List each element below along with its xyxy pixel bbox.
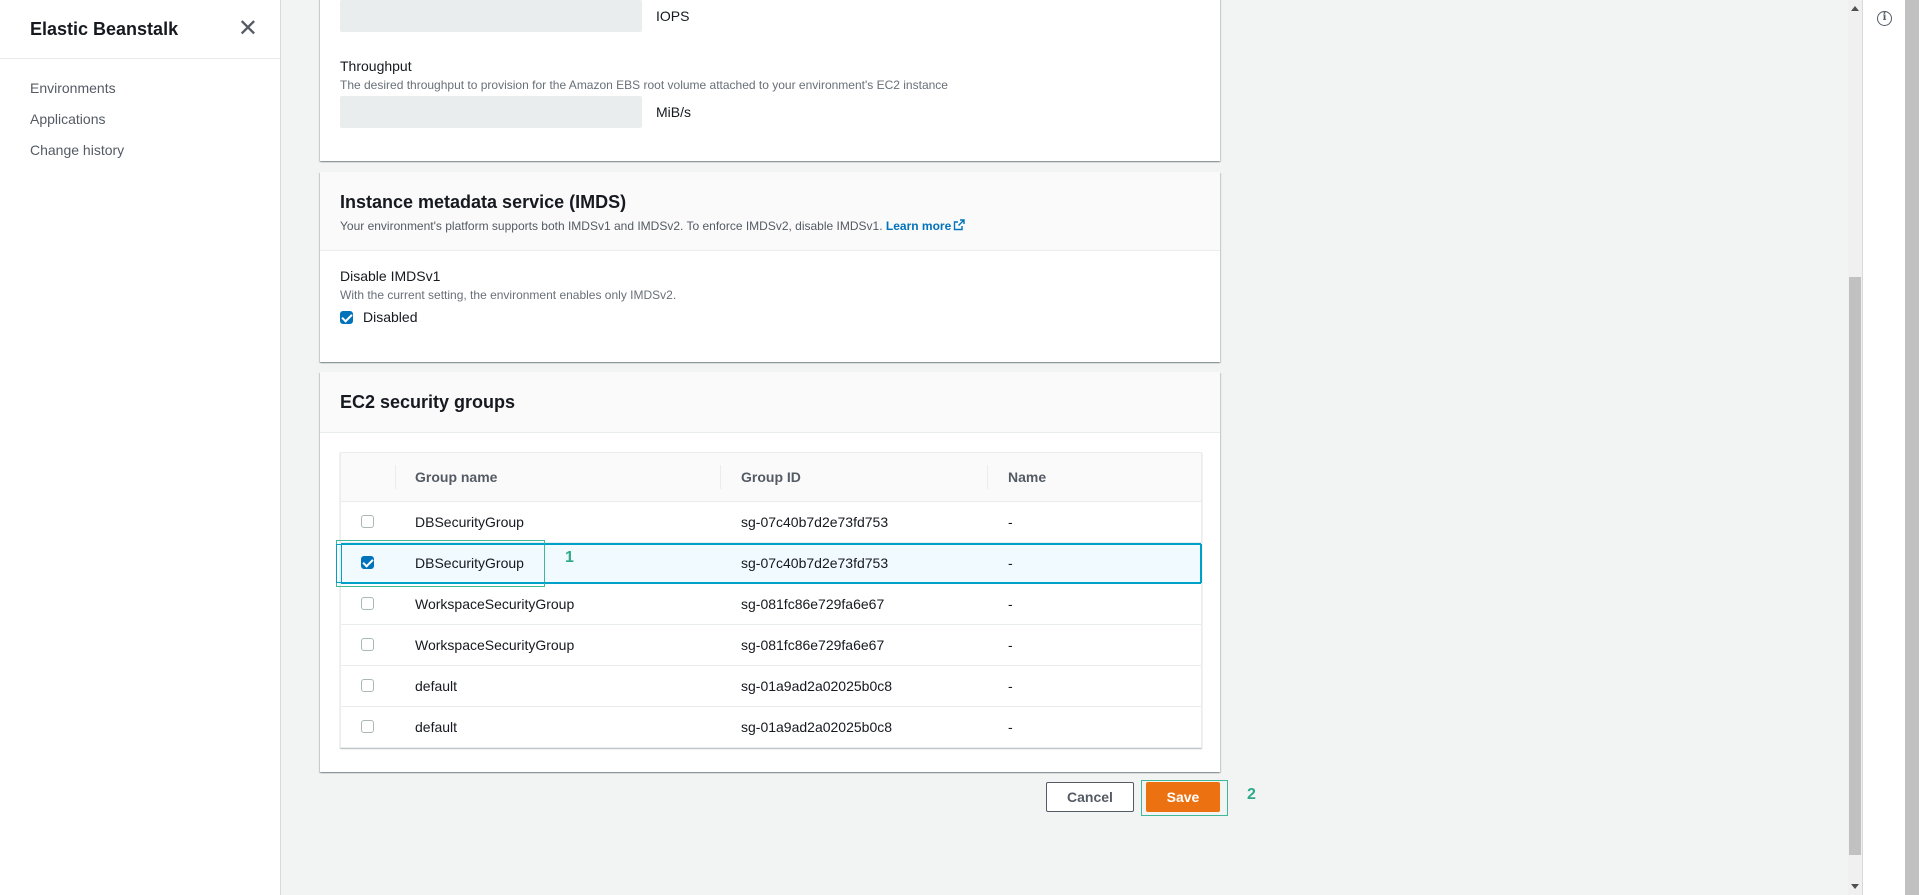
column-divider (720, 465, 721, 489)
cell-name: - (1008, 678, 1013, 694)
cell-name: - (1008, 719, 1013, 735)
side-navigation: Elastic Beanstalk ✕ Environments Applica… (0, 0, 281, 895)
column-header-group-name[interactable]: Group name (415, 469, 497, 485)
throughput-description: The desired throughput to provision for … (340, 78, 948, 92)
table-row[interactable]: DBSecurityGroup sg-07c40b7d2e73fd753 - (341, 502, 1201, 543)
cell-name: - (1008, 555, 1013, 571)
security-groups-card: EC2 security groups Group name Group ID … (320, 372, 1220, 772)
row-checkbox[interactable] (361, 720, 374, 733)
row-checkbox[interactable] (361, 556, 374, 569)
iops-row: IOPS (340, 0, 689, 32)
cell-name: - (1008, 637, 1013, 653)
cell-group-id: sg-01a9ad2a02025b0c8 (741, 678, 893, 694)
disable-imdsv1-description: With the current setting, the environmen… (340, 288, 677, 302)
cell-group-id: sg-081fc86e729fa6e67 (741, 596, 885, 612)
save-button[interactable]: Save (1146, 782, 1220, 812)
learn-more-label: Learn more (885, 219, 952, 233)
cell-group-name: WorkspaceSecurityGroup (415, 637, 575, 653)
cell-group-name: default (415, 719, 458, 735)
cell-name: - (1008, 596, 1013, 612)
disable-imdsv1-option[interactable]: Disabled (340, 309, 417, 325)
column-divider (987, 465, 988, 489)
table-row[interactable]: DBSecurityGroup sg-07c40b7d2e73fd753 - (341, 543, 1201, 584)
learn-more-link[interactable]: Learn more (886, 219, 965, 233)
cell-group-name: default (415, 678, 458, 694)
security-groups-table: Group name Group ID Name DBSecurityGroup… (340, 452, 1202, 748)
throughput-label: Throughput (340, 58, 412, 74)
table-row[interactable]: default sg-01a9ad2a02025b0c8 - (341, 666, 1201, 707)
row-checkbox[interactable] (361, 597, 374, 610)
cell-group-id: sg-01a9ad2a02025b0c8 (741, 719, 893, 735)
scroll-down-arrow-icon[interactable] (1851, 884, 1859, 889)
sidebar-nav: Environments Applications Change history (0, 59, 280, 166)
info-icon[interactable]: i (1877, 11, 1892, 26)
cell-group-name: WorkspaceSecurityGroup (415, 596, 575, 612)
imds-description-text: Your environment's platform supports bot… (340, 219, 883, 233)
throughput-input[interactable] (340, 96, 642, 128)
cell-group-name: DBSecurityGroup (415, 555, 524, 571)
annotation-label-1: 1 (565, 549, 574, 566)
imds-description: Your environment's platform supports bot… (340, 219, 1200, 233)
throughput-row: MiB/s (340, 96, 691, 128)
imds-title: Instance metadata service (IMDS) (340, 192, 627, 212)
cell-group-id: sg-081fc86e729fa6e67 (741, 637, 885, 653)
table-body: DBSecurityGroup sg-07c40b7d2e73fd753- DBSe… (341, 502, 1201, 747)
row-checkbox[interactable] (361, 638, 374, 651)
table-row[interactable]: WorkspaceSecurityGroup sg-081fc86e729fa6e… (341, 584, 1201, 625)
disable-imdsv1-checkbox[interactable] (340, 310, 353, 324)
column-divider (395, 465, 396, 489)
column-header-name[interactable]: Name (1008, 469, 1046, 485)
row-checkbox[interactable] (361, 679, 374, 692)
imds-card: Instance metadata service (IMDS) Your en… (320, 172, 1220, 362)
cell-group-id: sg-07c40b7d2e73fd753 (741, 555, 889, 571)
scroll-up-arrow-icon[interactable] (1851, 6, 1859, 11)
sidebar-item-change-history[interactable]: Change history (0, 135, 280, 166)
security-groups-header: EC2 security groups (320, 372, 1220, 433)
sidebar-item-environments[interactable]: Environments (0, 73, 280, 104)
disable-imdsv1-checkbox-label: Disabled (363, 309, 418, 325)
table-row[interactable]: WorkspaceSecurityGroup sg-081fc86e729fa6e… (341, 625, 1201, 666)
external-link-icon (954, 219, 965, 231)
row-checkbox[interactable] (361, 515, 374, 528)
table-row[interactable]: default sg-01a9ad2a02025b0c8 - (341, 707, 1201, 747)
throughput-unit: MiB/s (656, 104, 691, 120)
sidebar-header: Elastic Beanstalk ✕ (0, 0, 280, 59)
disable-imdsv1-label: Disable IMDSv1 (340, 268, 441, 284)
cancel-button[interactable]: Cancel (1046, 782, 1134, 812)
sidebar-item-applications[interactable]: Applications (0, 104, 280, 135)
table-header: Group name Group ID Name (341, 453, 1201, 502)
sidebar-title: Elastic Beanstalk (30, 18, 179, 39)
cell-group-id: sg-07c40b7d2e73fd753 (741, 514, 889, 530)
iops-unit: IOPS (656, 8, 690, 24)
column-header-group-id[interactable]: Group ID (741, 469, 801, 485)
iops-input[interactable] (340, 0, 642, 32)
vertical-scrollbar[interactable] (1848, 0, 1862, 895)
cell-name: - (1008, 514, 1013, 530)
root-volume-card: IOPS Throughput The desired throughput t… (320, 0, 1220, 161)
close-icon[interactable]: ✕ (238, 17, 258, 41)
cell-group-name: DBSecurityGroup (415, 514, 524, 530)
tools-panel-scrollbar[interactable] (1905, 0, 1919, 895)
scrollbar-thumb[interactable] (1849, 277, 1861, 855)
security-groups-title: EC2 security groups (340, 392, 516, 412)
tools-panel: i (1862, 0, 1920, 895)
imds-header: Instance metadata service (IMDS) Your en… (320, 172, 1220, 251)
annotation-label-2: 2 (1247, 786, 1256, 803)
